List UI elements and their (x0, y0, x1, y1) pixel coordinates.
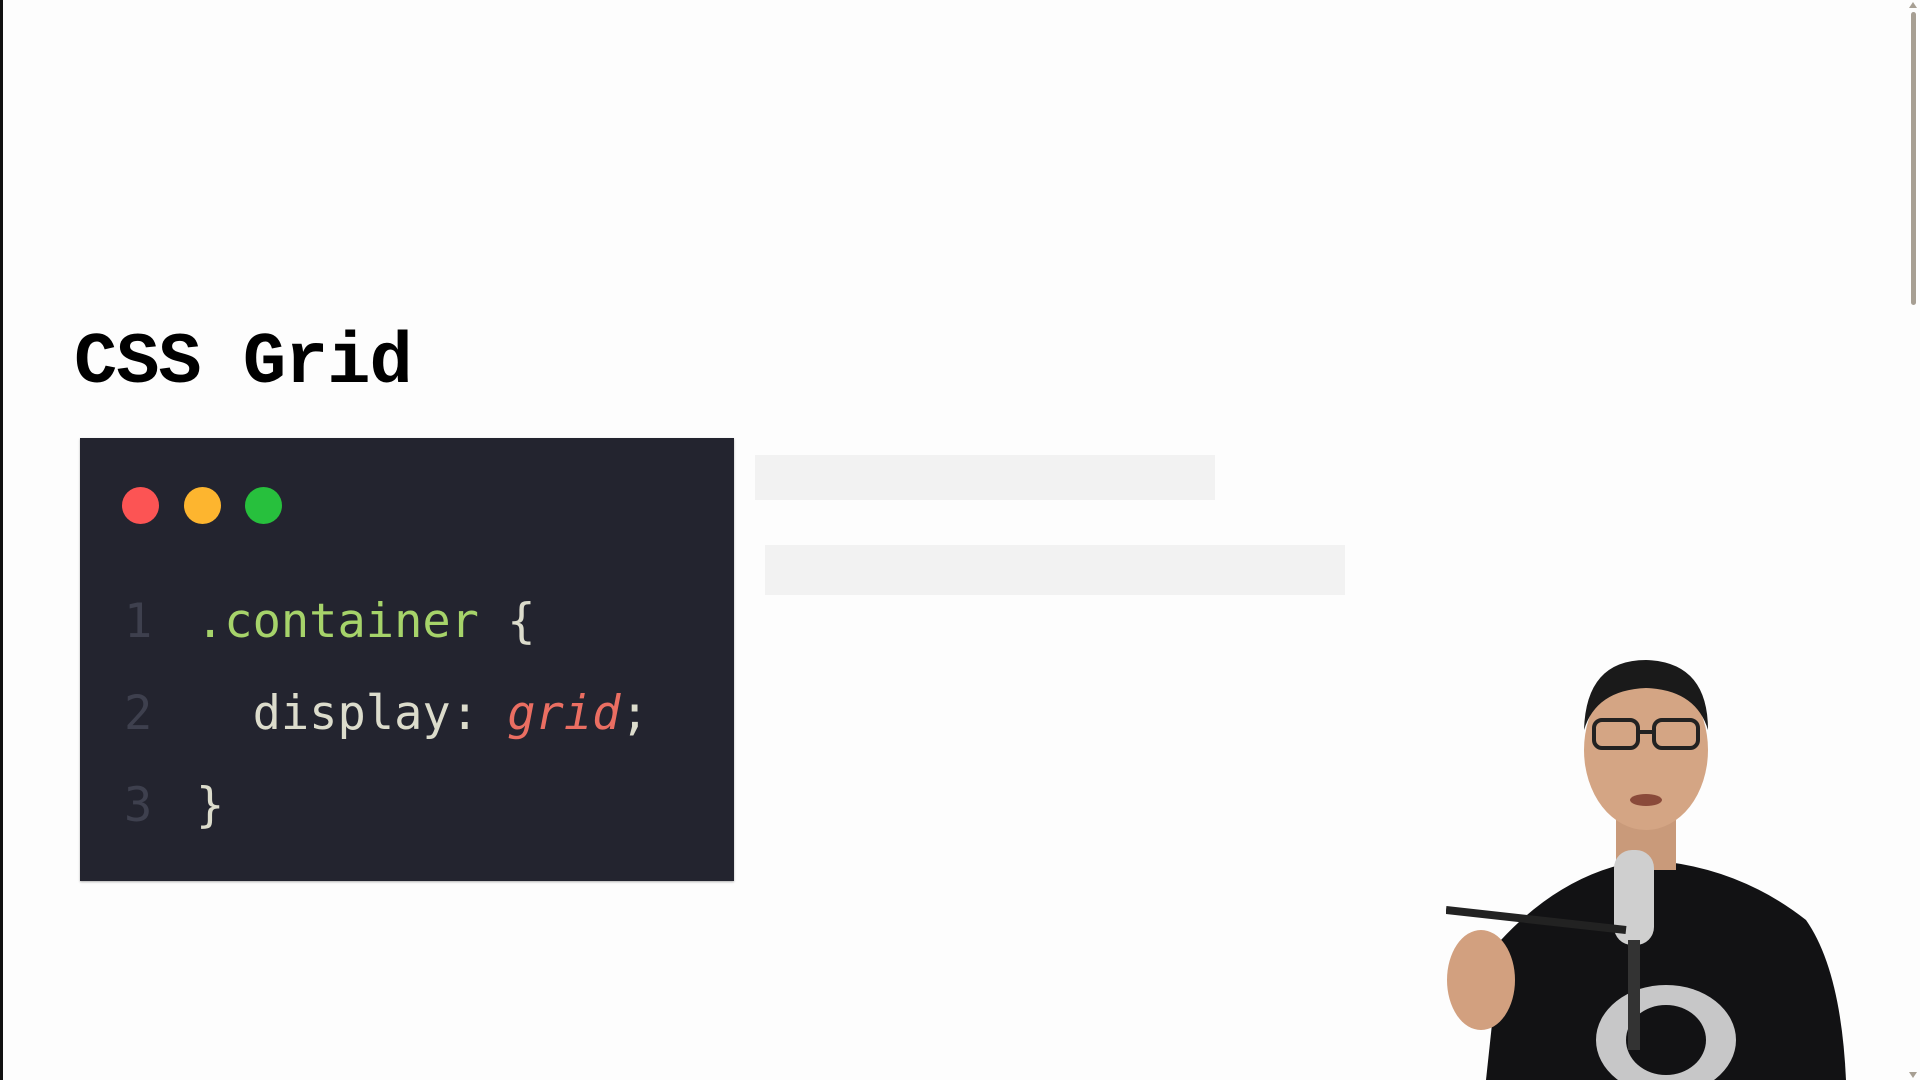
code-block: 1 .container { 2 display: grid; 3} (124, 576, 649, 852)
close-brace: } (196, 778, 225, 833)
window-edge (0, 0, 3, 1080)
code-line: 2 display: grid; (124, 668, 649, 760)
code-line: 1 .container { (124, 576, 649, 668)
vertical-scrollbar[interactable] (1906, 0, 1920, 1080)
semicolon: ; (620, 686, 649, 741)
maximize-dot-icon (245, 487, 282, 524)
line-number: 2 (124, 686, 153, 741)
open-brace: { (478, 594, 536, 649)
scroll-up-arrow-icon[interactable] (1909, 2, 1917, 8)
code-window: 1 .container { 2 display: grid; 3} (80, 438, 734, 881)
line-number: 3 (124, 778, 153, 833)
close-dot-icon (122, 487, 159, 524)
minimize-dot-icon (184, 487, 221, 524)
page-title: CSS Grid (74, 322, 413, 404)
code-line: 3} (124, 760, 649, 852)
css-selector: .container (196, 594, 479, 649)
colon: : (450, 686, 508, 741)
css-property: display (252, 686, 451, 741)
line-number: 1 (124, 594, 153, 649)
css-value: grid (507, 686, 621, 741)
scroll-down-arrow-icon[interactable] (1909, 1072, 1917, 1078)
presenter-webcam-icon (1446, 660, 1846, 1080)
scrollbar-thumb[interactable] (1911, 12, 1916, 305)
faded-transition-ghost (755, 455, 1345, 595)
